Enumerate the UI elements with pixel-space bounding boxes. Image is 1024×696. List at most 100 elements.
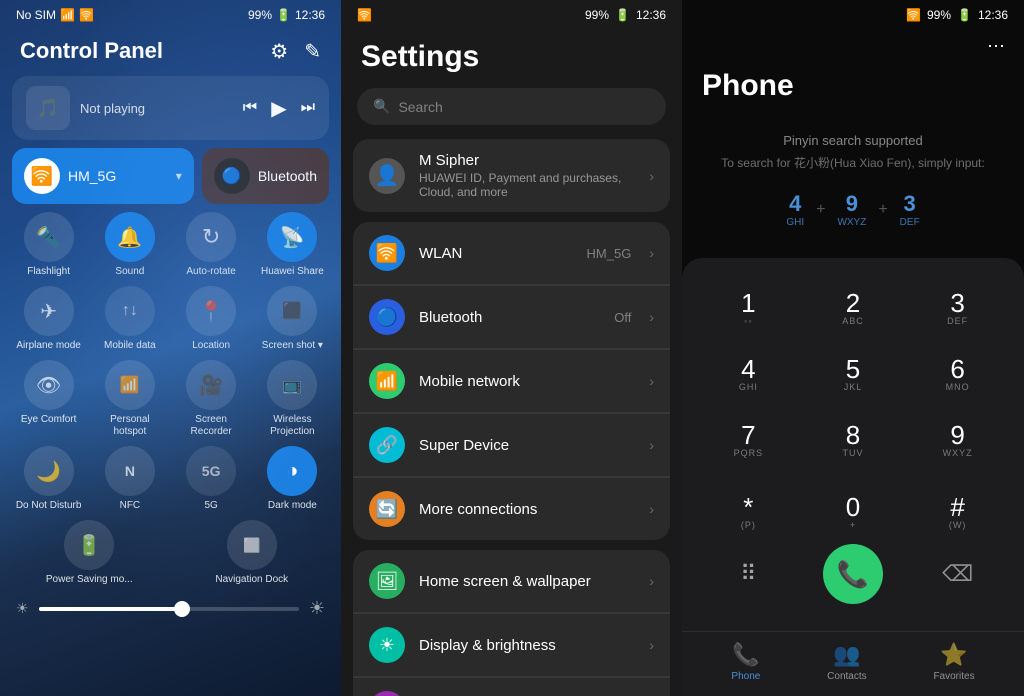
brightness-low-icon: ☀ [16,600,29,617]
phone-nav-phone[interactable]: 📞 Phone [731,642,760,682]
brightness-control: ☀ ☀ [16,598,325,619]
flashlight-button[interactable]: 🔦 Flashlight [12,212,85,278]
location-button[interactable]: 📍 Location [175,286,248,352]
next-track-button[interactable]: ⏭ [301,99,315,117]
account-section: 👤 M Sipher HUAWEI ID, Payment and purcha… [353,139,670,212]
pinyin-numbers: 4 GHI + 9 WXYZ + 3 DEF [682,191,1024,228]
airplane-mode-button[interactable]: ✈ Airplane mode [12,286,85,352]
mobile-network-item[interactable]: 📶 Mobile network › [353,350,670,413]
brightness-slider[interactable] [39,607,299,611]
airplane-label: Airplane mode [16,340,80,352]
super-device-item[interactable]: 🔗 Super Device › [353,414,670,477]
huawei-share-button[interactable]: 📡 Huawei Share [256,212,329,278]
bluetooth-value: Off [614,310,631,325]
dial-key-5[interactable]: 5 JKL [803,344,904,406]
auto-rotate-label: Auto-rotate [186,266,235,278]
dialpad-grid-icon: ⠿ [740,561,756,587]
bluetooth-toggle[interactable]: 🔵 Bluetooth [202,148,329,204]
pinyin-key-4: 4 GHI [786,191,804,228]
dial-key-star[interactable]: * (P) [698,482,799,544]
music-controls: ⏮ ▶ ⏭ [243,96,315,121]
wifi-name: HM_5G [68,168,116,184]
wifi-toggle[interactable]: 🛜 HM_5G ▾ [12,148,194,204]
backspace-icon: ⌫ [942,561,973,587]
flashlight-label: Flashlight [27,266,70,278]
navigation-dock-label: Navigation Dock [215,574,288,586]
home-screen-chevron-icon: › [649,573,654,589]
screen-recorder-button[interactable]: 🎥 Screen Recorder [175,360,248,438]
bluetooth-item[interactable]: 🔵 Bluetooth Off › [353,286,670,349]
cp-battery-time: 99% 🔋 12:36 [248,8,325,22]
pinyin-key-9: 9 WXYZ [837,191,866,228]
brightness-thumb[interactable] [174,601,190,617]
nfc-button[interactable]: N NFC [93,446,166,512]
more-connections-item[interactable]: 🔄 More connections › [353,478,670,540]
nfc-label: NFC [120,500,141,512]
settings-icon[interactable]: ⚙ [270,39,288,64]
settings-list: 👤 M Sipher HUAWEI ID, Payment and purcha… [341,139,682,696]
dial-key-2[interactable]: 2 ABC [803,278,904,340]
sound-button[interactable]: 🔔 Sound [93,212,166,278]
connectivity-row: 🛜 HM_5G ▾ 🔵 Bluetooth [12,148,329,204]
power-saving-button[interactable]: 🔋 Power Saving mo... [12,520,167,586]
brightness-fill [39,607,182,611]
dial-key-9[interactable]: 9 WXYZ [907,410,1008,472]
more-options-icon[interactable]: ⋯ [987,36,1008,57]
prev-track-button[interactable]: ⏮ [243,99,257,117]
dial-key-3[interactable]: 3 DEF [907,278,1008,340]
dial-key-8[interactable]: 8 TUV [803,410,904,472]
call-button[interactable]: 📞 [823,544,883,604]
settings-status-icons: 99% 🔋 12:36 [585,8,666,22]
wireless-projection-label: Wireless Projection [256,414,329,438]
dial-key-hash[interactable]: # (W) [907,482,1008,544]
wifi-icon: 🛜 [24,158,60,194]
5g-label: 5G [204,500,217,512]
account-item[interactable]: 👤 M Sipher HUAWEI ID, Payment and purcha… [353,139,670,212]
dial-key-7[interactable]: 7 PQRS [698,410,799,472]
pinyin-info: Pinyin search supported [682,133,1024,148]
pinyin-example: To search for 花小粉(Hua Xiao Fen), simply … [682,154,1024,171]
settings-search-bar[interactable]: 🔍 Search [357,88,666,125]
sounds-vibration-item[interactable]: 🔊 Sounds & vibration › [353,678,670,696]
search-placeholder: Search [398,99,442,115]
phone-nav-favorites[interactable]: ⭐ Favorites [933,642,974,682]
contacts-tab-label: Contacts [827,671,866,682]
eye-comfort-button[interactable]: 👁 Eye Comfort [12,360,85,438]
dial-key-0[interactable]: 0 + [803,482,904,544]
bluetooth-name: Bluetooth [258,168,317,184]
dnd-label: Do Not Disturb [16,500,82,512]
personal-hotspot-button[interactable]: 📶 Personal hotspot [93,360,166,438]
display-brightness-item[interactable]: ☀ Display & brightness › [353,614,670,677]
mobile-data-button[interactable]: ↑↓ Mobile data [93,286,166,352]
bluetooth-icon: 🔵 [214,158,250,194]
sound-label: Sound [115,266,144,278]
edit-icon[interactable]: ✎ [304,39,321,64]
dial-key-6[interactable]: 6 MNO [907,344,1008,406]
5g-button[interactable]: 5G 5G [175,446,248,512]
backspace-button[interactable]: ⌫ [907,549,1008,599]
dial-key-4[interactable]: 4 GHI [698,344,799,406]
play-button[interactable]: ▶ [271,96,286,121]
screenshot-button[interactable]: ⬛ Screen shot ▾ [256,286,329,352]
dialpad-grid-button[interactable]: ⠿ [698,549,799,599]
dialpad: 1 ◦◦ 2 ABC 3 DEF 4 GHI 5 JKL 6 MNO [682,258,1024,631]
auto-rotate-button[interactable]: ↻ Auto-rotate [175,212,248,278]
navigation-dock-button[interactable]: ⬜ Navigation Dock [175,520,330,586]
wireless-projection-button[interactable]: 📺 Wireless Projection [256,360,329,438]
sound-icon: 🔔 [105,212,155,262]
wlan-item[interactable]: 🛜 WLAN HM_5G › [353,222,670,285]
home-screen-item[interactable]: 🖼 Home screen & wallpaper › [353,550,670,613]
hotspot-label: Personal hotspot [93,414,166,438]
settings-carrier-icon: 🛜 [357,8,372,22]
do-not-disturb-button[interactable]: 🌙 Do Not Disturb [12,446,85,512]
pinyin-key-3: 3 DEF [900,191,920,228]
5g-icon: 5G [186,446,236,496]
location-icon: 📍 [186,286,236,336]
home-screen-label: Home screen & wallpaper [419,573,635,590]
search-icon: 🔍 [373,98,390,115]
dial-key-1[interactable]: 1 ◦◦ [698,278,799,340]
phone-nav-contacts[interactable]: 👥 Contacts [827,642,866,682]
account-sub: HUAWEI ID, Payment and purchases, Cloud,… [419,171,635,199]
dark-mode-button[interactable]: ◑ Dark mode [256,446,329,512]
music-album-art: 🎵 [26,86,70,130]
